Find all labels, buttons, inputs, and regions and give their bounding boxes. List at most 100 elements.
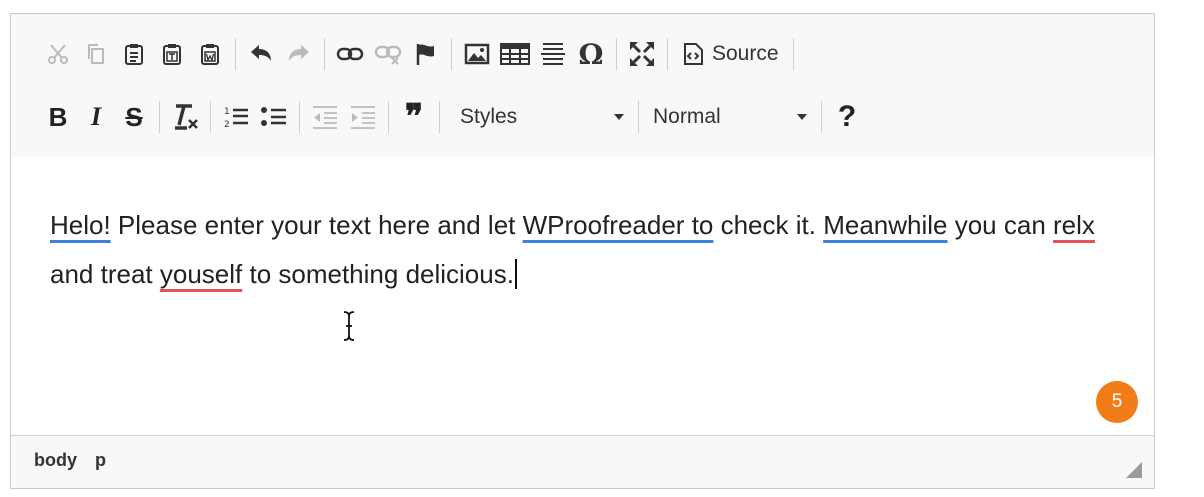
resize-handle-icon[interactable] (1126, 462, 1142, 478)
unlink-icon (374, 45, 402, 65)
outdent-icon (313, 106, 337, 129)
element-path: body p (34, 450, 106, 471)
maximize-button[interactable] (623, 35, 661, 73)
paste-word-button[interactable] (191, 35, 229, 73)
remove-format-button[interactable] (166, 98, 204, 136)
toolbar-separator (638, 101, 639, 133)
indent-icon (351, 106, 375, 129)
element-path-bar: body p (11, 435, 1154, 488)
redo-button[interactable] (280, 35, 318, 73)
flag-icon (416, 44, 434, 65)
bulleted-list-icon (261, 107, 286, 126)
svg-text:Ω: Ω (579, 41, 604, 67)
toolbar-row-1: Ω Source (39, 34, 800, 74)
source-label: Source (712, 42, 779, 65)
toolbar-separator (299, 101, 300, 133)
indent-button[interactable] (344, 98, 382, 136)
help-button[interactable]: ? (828, 98, 866, 136)
toolbar-separator (451, 38, 452, 70)
text-caret (514, 259, 517, 289)
clipboard-word-icon (201, 44, 219, 65)
toolbar-separator (210, 101, 211, 133)
source-icon (684, 43, 703, 65)
rich-text-editor: Ω Source B I S 12 ❞ Styles Normal ? Helo… (10, 13, 1155, 489)
image-button[interactable] (458, 35, 496, 73)
toolbar-separator (388, 101, 389, 133)
horizontal-line-button[interactable] (534, 35, 572, 73)
editor-toolbar: Ω Source B I S 12 ❞ Styles Normal ? (11, 14, 1154, 158)
strikethrough-button[interactable]: S (115, 98, 153, 136)
svg-text:2: 2 (224, 120, 230, 130)
badge-count: 5 (1111, 391, 1123, 412)
scissors-icon (48, 44, 68, 64)
toolbar-separator (235, 38, 236, 70)
copy-icon (88, 44, 104, 64)
copy-button[interactable] (77, 35, 115, 73)
special-char-button[interactable]: Ω (572, 35, 610, 73)
proofreader-error-badge[interactable]: 5 (1096, 381, 1138, 423)
image-icon (464, 43, 490, 65)
table-icon (500, 43, 530, 65)
spelling-marked-word[interactable]: Meanwhile (823, 210, 947, 240)
text-run: check it. (713, 210, 824, 240)
spelling-marked-word[interactable]: Helo! (50, 210, 111, 240)
toolbar-separator (439, 101, 440, 133)
source-button[interactable]: Source (674, 35, 787, 73)
toolbar-row-2: B I S 12 ❞ Styles Normal ? (39, 97, 866, 137)
text-run: to something delicious. (242, 259, 514, 289)
styles-dropdown[interactable]: Styles (452, 98, 632, 136)
toolbar-separator (616, 38, 617, 70)
outdent-button[interactable] (306, 98, 344, 136)
editor-content-area[interactable]: Helo! Please enter your text here and le… (11, 157, 1154, 437)
text-cursor-icon (343, 311, 355, 341)
clipboard-text-icon (163, 44, 181, 65)
svg-text:1: 1 (224, 107, 230, 117)
blockquote-button[interactable]: ❞ (395, 98, 433, 136)
table-button[interactable] (496, 35, 534, 73)
styles-dropdown-label: Styles (460, 105, 518, 128)
spelling-marked-word[interactable]: WProofreader to (523, 210, 714, 240)
italic-button[interactable]: I (77, 98, 115, 136)
omega-icon: Ω (579, 41, 604, 67)
quote-icon: ❞ (404, 97, 424, 137)
path-item-p[interactable]: p (95, 450, 106, 471)
bold-button[interactable]: B (39, 98, 77, 136)
text-run: Please enter your text here and let (110, 210, 523, 240)
help-icon: ? (837, 100, 857, 133)
remove-format-icon (175, 104, 198, 130)
link-icon (336, 47, 364, 61)
numbered-list-icon: 12 (224, 107, 248, 130)
paste-text-button[interactable] (153, 35, 191, 73)
bulleted-list-button[interactable] (255, 98, 293, 136)
text-run: and treat (50, 259, 160, 289)
toolbar-separator (324, 38, 325, 70)
text-run: you can (947, 210, 1054, 240)
chevron-down-icon (614, 114, 624, 120)
clipboard-icon (125, 44, 143, 65)
format-dropdown[interactable]: Normal (645, 98, 815, 136)
spelling-marked-word[interactable]: relx (1053, 210, 1095, 240)
toolbar-separator (792, 38, 794, 70)
bold-label: B (48, 101, 68, 132)
chevron-down-icon (797, 114, 807, 120)
path-item-body[interactable]: body (34, 450, 77, 471)
toolbar-separator (159, 101, 160, 133)
spelling-marked-word[interactable]: youself (160, 259, 242, 289)
strike-label: S (125, 101, 143, 132)
format-dropdown-label: Normal (653, 105, 721, 128)
cut-button[interactable] (39, 35, 77, 73)
undo-button[interactable] (242, 35, 280, 73)
anchor-button[interactable] (407, 35, 445, 73)
numbered-list-button[interactable]: 12 (217, 98, 255, 136)
italic-label: I (90, 102, 102, 131)
editor-paragraph[interactable]: Helo! Please enter your text here and le… (50, 201, 1130, 299)
toolbar-separator (821, 101, 822, 133)
maximize-icon (630, 42, 654, 66)
unlink-button[interactable] (369, 35, 407, 73)
undo-icon (251, 45, 271, 61)
horizontal-line-icon (541, 43, 565, 65)
paste-button[interactable] (115, 35, 153, 73)
link-button[interactable] (331, 35, 369, 73)
redo-icon (289, 45, 309, 61)
toolbar-separator (667, 38, 668, 70)
